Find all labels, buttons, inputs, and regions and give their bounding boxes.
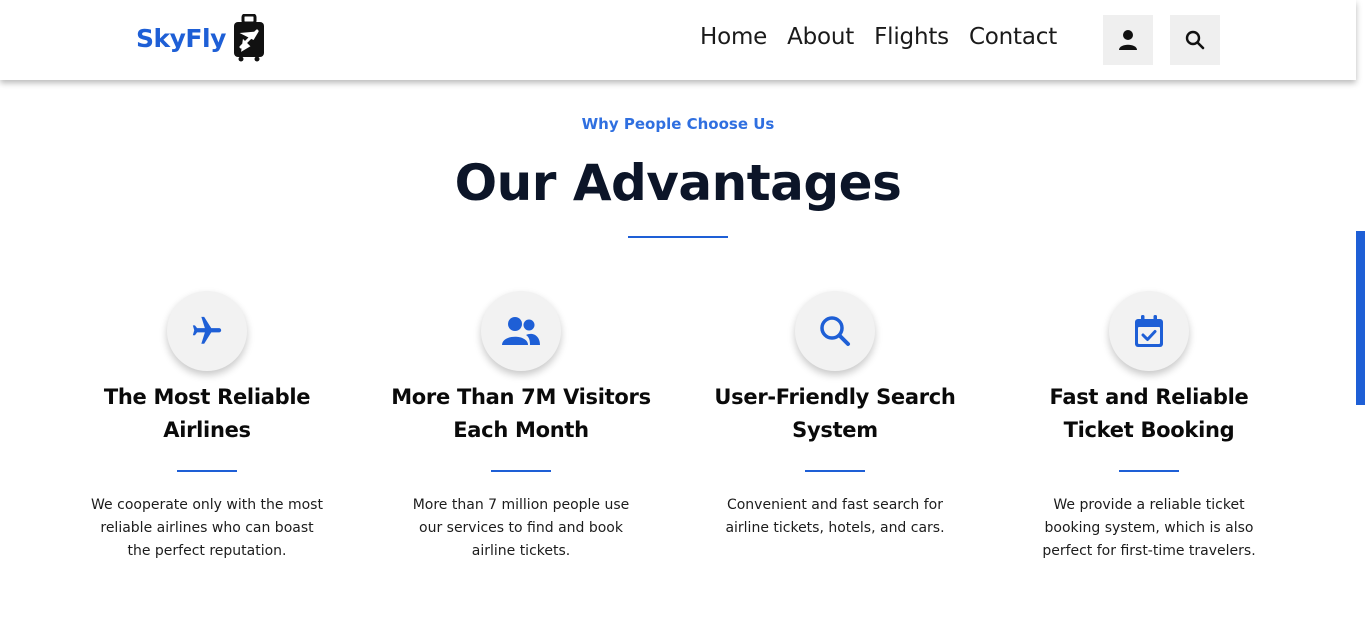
top-navbar: SkyFly Home About Flights Contact [0,0,1356,80]
card-title-line: Ticket Booking [1063,418,1235,442]
card-title-line: The Most Reliable [103,385,311,409]
card-title-line: System [792,418,878,442]
nav-about-link[interactable]: About [787,24,854,50]
section-title: Our Advantages [454,154,902,212]
search-button[interactable] [1170,15,1220,65]
card-text-line: airline tickets. [471,543,571,559]
section-eyebrow: Why People Choose Us [581,115,775,133]
card-icon-circle [1109,291,1189,371]
advantage-card: User-Friendly Search System Convenient a… [685,291,985,540]
card-icon-circle [795,291,875,371]
suitcase-plane-icon [233,14,264,62]
brand-name: SkyFly [136,23,226,53]
advantage-card: More Than 7M Visitors Each Month More th… [371,291,671,563]
search-icon [820,316,850,346]
card-text-line: We cooperate only with the most [91,497,323,513]
user-icon [1119,30,1137,50]
search-icon [1185,30,1205,50]
card-divider [177,470,237,472]
card-title: User-Friendly Search System [685,381,985,447]
users-icon [502,317,540,345]
card-divider [1119,470,1179,472]
card-description: We cooperate only with the most reliable… [57,494,357,563]
card-icon-circle [167,291,247,371]
card-title-line: More Than 7M Visitors [391,385,651,409]
card-text-line: airline tickets, hotels, and cars. [725,520,945,536]
card-title-line: User-Friendly Search [714,385,956,409]
card-title: The Most Reliable Airlines [57,381,357,447]
card-title-line: Each Month [453,418,589,442]
brand-logo[interactable]: SkyFly [136,14,266,62]
scrollbar-thumb[interactable] [1356,231,1365,405]
card-text-line: reliable airlines who can boast [100,520,314,536]
card-text-line: More than 7 million people use [412,497,630,513]
card-title-line: Fast and Reliable [1049,385,1249,409]
card-text-line: Convenient and fast search for [726,497,944,513]
user-account-button[interactable] [1103,15,1153,65]
card-divider [805,470,865,472]
card-text-line: We provide a reliable ticket [1053,497,1245,513]
card-description: More than 7 million people use our servi… [371,494,671,563]
card-title: More Than 7M Visitors Each Month [371,381,671,447]
advantage-card: The Most Reliable Airlines We cooperate … [57,291,357,563]
card-title: Fast and Reliable Ticket Booking [999,381,1299,447]
card-icon-circle [481,291,561,371]
card-text-line: the perfect reputation. [127,543,287,559]
card-text-line: our services to find and book [419,520,623,536]
calendar-check-icon [1135,315,1163,347]
nav-contact-link[interactable]: Contact [969,24,1057,50]
plane-icon [192,316,222,344]
nav-flights-link[interactable]: Flights [874,24,949,50]
card-description: We provide a reliable ticket booking sys… [999,494,1299,563]
card-text-line: booking system, which is also [1044,520,1254,536]
card-description: Convenient and fast search for airline t… [685,494,985,540]
advantage-card: Fast and Reliable Ticket Booking We prov… [999,291,1299,563]
title-divider [628,236,728,238]
card-divider [491,470,551,472]
nav-home-link[interactable]: Home [700,24,767,50]
card-title-line: Airlines [163,418,251,442]
main-nav: Home About Flights Contact [700,24,1077,50]
card-text-line: perfect for first-time travelers. [1042,543,1256,559]
